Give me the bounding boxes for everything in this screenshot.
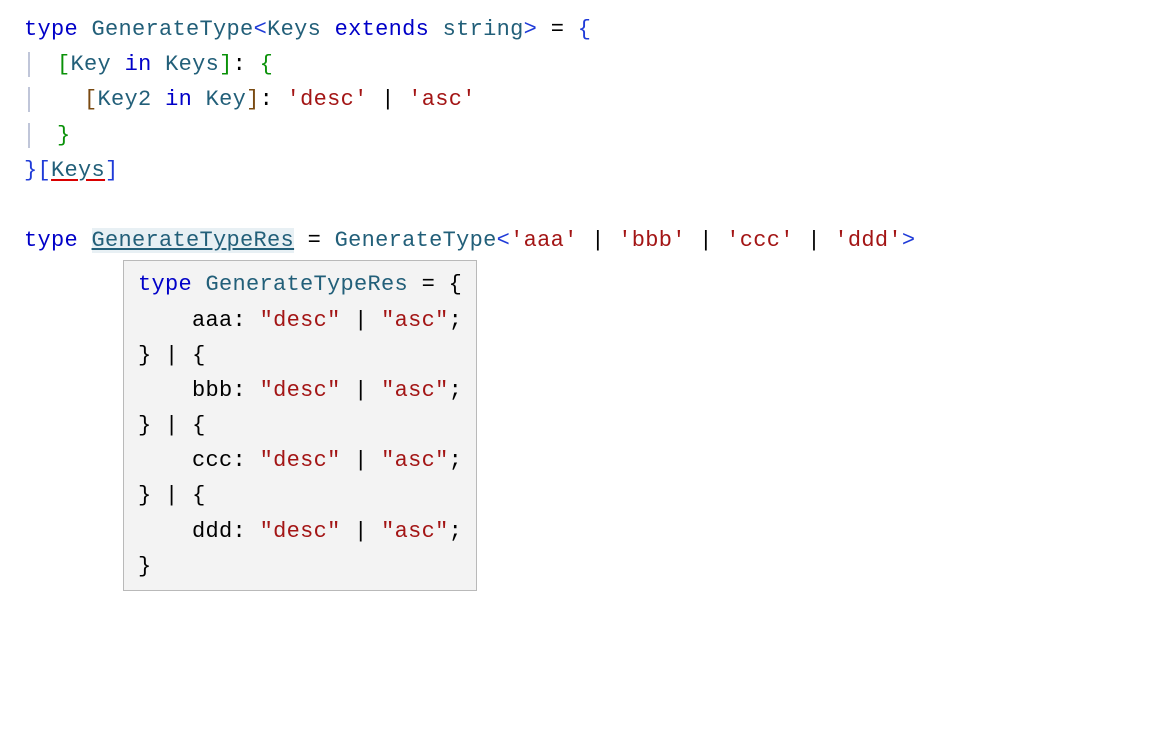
string-aaa: 'aaa' xyxy=(510,228,578,253)
keyword-type: type xyxy=(24,228,78,253)
brace-close: } xyxy=(57,123,71,148)
bracket-open: [ xyxy=(38,158,52,183)
pipe: | xyxy=(591,228,605,253)
equals: = xyxy=(422,272,436,297)
equals: = xyxy=(551,17,565,42)
colon: : xyxy=(233,519,247,544)
pipe: | xyxy=(699,228,713,253)
hover-tooltip: type GenerateTypeRes = { aaa: "desc" | "… xyxy=(123,260,1134,591)
angle-close: > xyxy=(902,228,916,253)
angle-open: < xyxy=(254,17,268,42)
semicolon: ; xyxy=(449,378,463,403)
id-key: Key xyxy=(206,87,247,112)
brace-open: { xyxy=(260,52,274,77)
string-desc: "desc" xyxy=(260,378,341,403)
bracket-close: ] xyxy=(246,87,260,112)
pipe: | xyxy=(381,87,395,112)
pipe: | xyxy=(165,483,179,508)
semicolon: ; xyxy=(449,308,463,333)
pipe: | xyxy=(354,308,368,333)
type-name: GenerateType xyxy=(92,17,254,42)
brace-open: { xyxy=(192,413,206,438)
string-ccc: 'ccc' xyxy=(726,228,794,253)
brace-close: } xyxy=(138,554,152,579)
string-asc: 'asc' xyxy=(408,87,476,112)
type-param: Keys xyxy=(267,17,321,42)
id-keys: Keys xyxy=(165,52,219,77)
brace-open: { xyxy=(192,483,206,508)
hovered-type-name[interactable]: GenerateTypeRes xyxy=(92,228,295,253)
brace-close: } xyxy=(24,158,38,183)
string-desc: "desc" xyxy=(260,519,341,544)
string-desc: "desc" xyxy=(260,448,341,473)
brace-close: } xyxy=(138,413,152,438)
brace-close: } xyxy=(138,483,152,508)
prop-bbb: bbb xyxy=(192,378,233,403)
string-asc: "asc" xyxy=(381,308,449,333)
tooltip-type-name: GenerateTypeRes xyxy=(206,272,409,297)
semicolon: ; xyxy=(449,448,463,473)
equals: = xyxy=(308,228,322,253)
bracket-close: ] xyxy=(105,158,119,183)
string-ddd: 'ddd' xyxy=(834,228,902,253)
prop-ccc: ccc xyxy=(192,448,233,473)
angle-open: < xyxy=(497,228,511,253)
pipe: | xyxy=(165,343,179,368)
keyword-type: type xyxy=(24,17,78,42)
tooltip-body: type GenerateTypeRes = { aaa: "desc" | "… xyxy=(123,260,477,591)
angle-close: > xyxy=(524,17,538,42)
pipe: | xyxy=(354,448,368,473)
brace-open: { xyxy=(192,343,206,368)
code-editor[interactable]: type GenerateType<Keys extends string> =… xyxy=(24,12,1134,258)
keyword-in: in xyxy=(125,52,152,77)
keyword-extends: extends xyxy=(335,17,430,42)
bracket-open: [ xyxy=(57,52,71,77)
brace-close: } xyxy=(138,343,152,368)
indexed-keys: Keys xyxy=(51,158,105,183)
string-bbb: 'bbb' xyxy=(618,228,686,253)
string-asc: "asc" xyxy=(381,378,449,403)
string-desc: 'desc' xyxy=(287,87,368,112)
type-ref: GenerateType xyxy=(335,228,497,253)
keyword-in: in xyxy=(165,87,192,112)
prop-aaa: aaa xyxy=(192,308,233,333)
bracket-close: ] xyxy=(219,52,233,77)
brace-open: { xyxy=(449,272,463,297)
pipe: | xyxy=(354,378,368,403)
colon: : xyxy=(233,448,247,473)
colon: : xyxy=(233,378,247,403)
string-asc: "asc" xyxy=(381,448,449,473)
colon: : xyxy=(260,87,274,112)
colon: : xyxy=(233,52,247,77)
pipe: | xyxy=(354,519,368,544)
type-string: string xyxy=(443,17,524,42)
string-desc: "desc" xyxy=(260,308,341,333)
brace-open: { xyxy=(578,17,592,42)
id-key2: Key2 xyxy=(98,87,152,112)
string-asc: "asc" xyxy=(381,519,449,544)
keyword-type: type xyxy=(138,272,192,297)
pipe: | xyxy=(807,228,821,253)
id-key: Key xyxy=(71,52,112,77)
semicolon: ; xyxy=(449,519,463,544)
prop-ddd: ddd xyxy=(192,519,233,544)
pipe: | xyxy=(165,413,179,438)
bracket-open: [ xyxy=(84,87,98,112)
colon: : xyxy=(233,308,247,333)
